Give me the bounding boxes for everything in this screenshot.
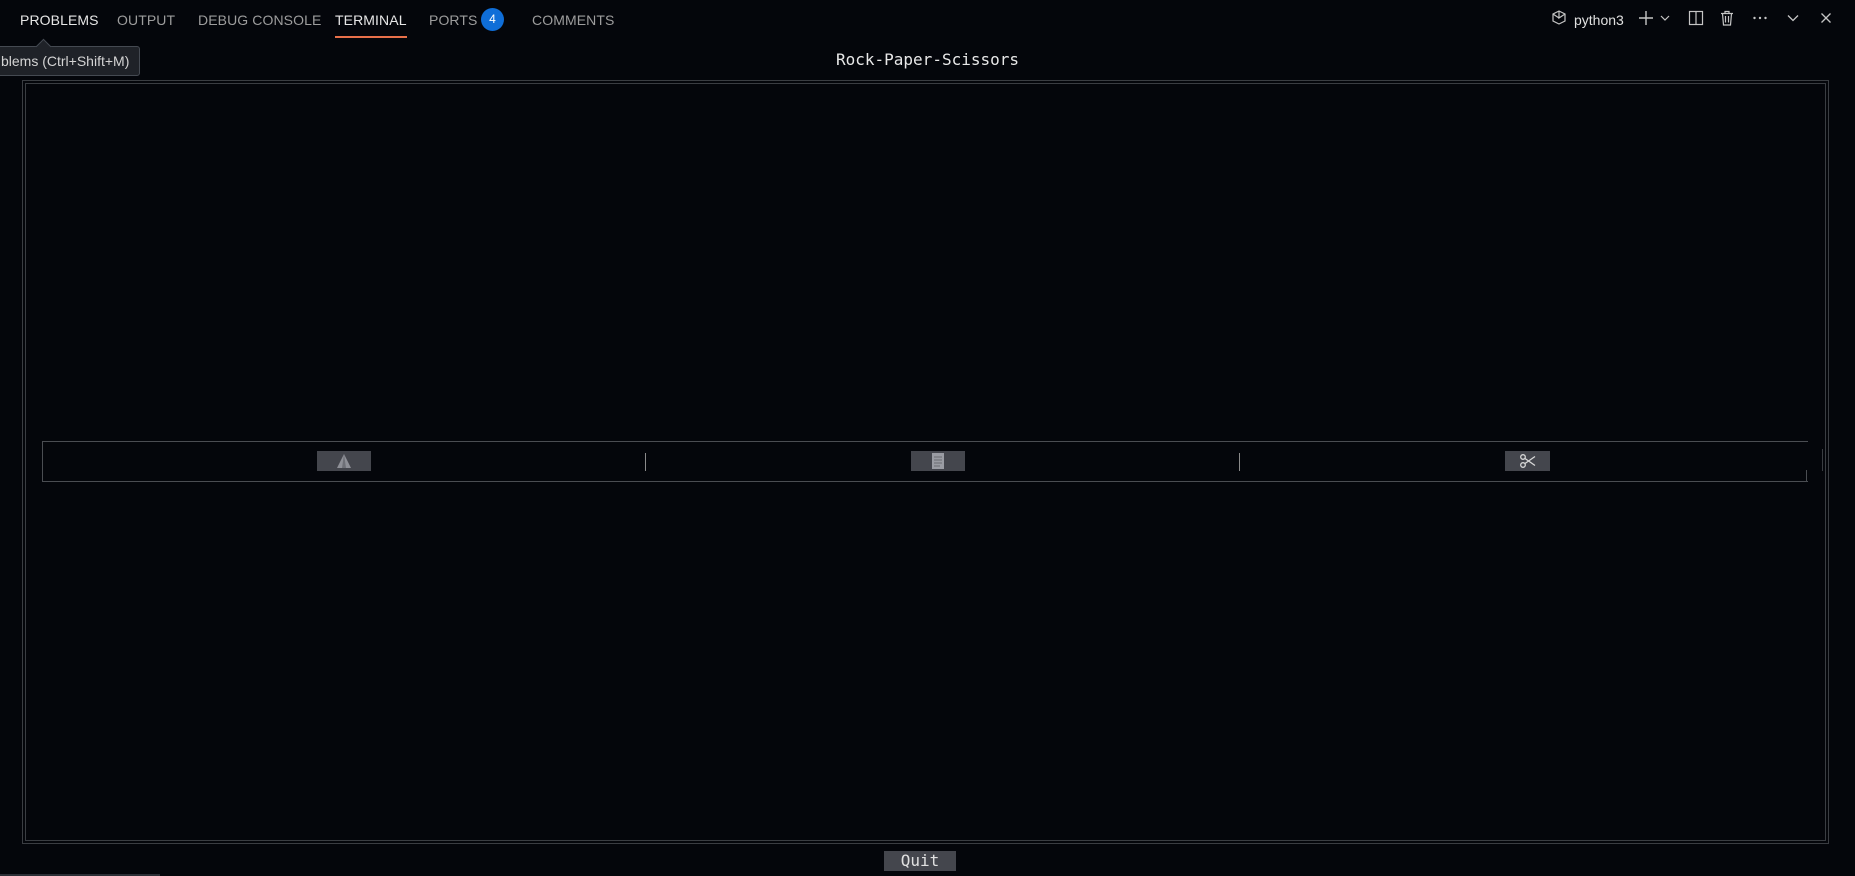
choice-separator xyxy=(645,453,646,471)
app-title: Rock-Paper-Scissors xyxy=(835,50,1020,69)
launch-profile-dropdown[interactable] xyxy=(1658,8,1672,32)
split-terminal-button[interactable] xyxy=(1686,8,1706,32)
tab-ports[interactable]: PORTS xyxy=(429,0,477,38)
ports-count-badge: 4 xyxy=(481,8,504,31)
tab-debug-console[interactable]: DEBUG CONSOLE xyxy=(198,0,321,38)
quit-button[interactable]: Quit xyxy=(884,851,956,871)
paper-icon xyxy=(931,452,945,470)
split-icon xyxy=(1687,9,1705,32)
tab-comments[interactable]: COMMENTS xyxy=(532,0,614,38)
panel-tab-bar: PROBLEMS OUTPUT DEBUG CONSOLE TERMINAL P… xyxy=(0,0,1855,40)
chevron-down-icon xyxy=(1659,11,1671,29)
close-panel-button[interactable] xyxy=(1816,8,1836,32)
tab-output[interactable]: OUTPUT xyxy=(117,0,175,38)
choice-separator xyxy=(1239,453,1240,471)
chevron-down-icon xyxy=(1785,10,1801,31)
tab-terminal[interactable]: TERMINAL xyxy=(335,0,407,38)
terminal-name: python3 xyxy=(1574,12,1624,28)
ellipsis-icon xyxy=(1751,9,1769,32)
trash-icon xyxy=(1718,9,1736,32)
plus-icon xyxy=(1637,9,1655,32)
rock-button[interactable] xyxy=(317,451,371,471)
scissors-icon xyxy=(1519,453,1537,469)
tab-problems[interactable]: PROBLEMS xyxy=(20,0,99,38)
kill-terminal-button[interactable] xyxy=(1717,8,1737,32)
scrollbar-tick xyxy=(1822,449,1823,471)
scissors-button[interactable] xyxy=(1505,451,1550,471)
new-terminal-button[interactable] xyxy=(1636,8,1656,32)
terminal-profile-selector[interactable]: python3 xyxy=(1550,8,1624,32)
paper-button[interactable] xyxy=(911,451,965,471)
choice-row-edge xyxy=(1806,470,1807,482)
rock-icon xyxy=(335,453,353,469)
terminal-panel: PROBLEMS OUTPUT DEBUG CONSOLE TERMINAL P… xyxy=(0,0,1855,876)
terminal-profile-icon xyxy=(1550,9,1568,32)
more-actions-button[interactable] xyxy=(1750,8,1770,32)
close-icon xyxy=(1818,10,1834,31)
maximize-panel-button[interactable] xyxy=(1783,8,1803,32)
